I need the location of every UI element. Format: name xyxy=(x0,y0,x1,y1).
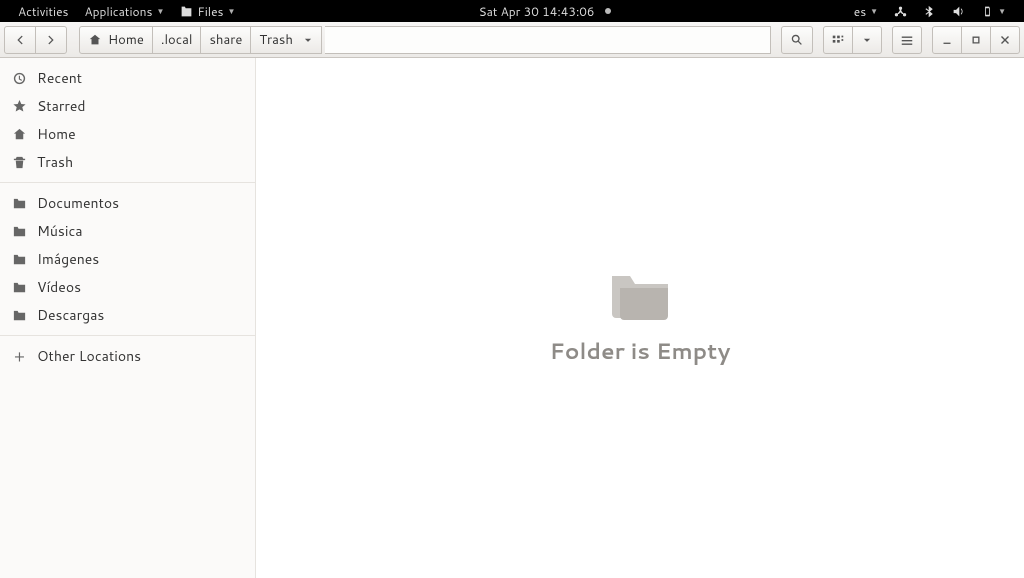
sidebar-item-label: Home xyxy=(37,124,76,144)
breadcrumb-home[interactable]: Home xyxy=(79,26,153,54)
chevron-down-icon xyxy=(862,35,872,45)
breadcrumb-label: .local xyxy=(161,31,193,49)
maximize-icon xyxy=(969,33,983,47)
breadcrumb-segment[interactable]: .local xyxy=(152,26,202,54)
sidebar-item-label: Trash xyxy=(37,152,73,172)
plus-icon: + xyxy=(12,345,27,368)
minimize-button[interactable] xyxy=(932,26,962,54)
sidebar-item-label: Starred xyxy=(37,96,86,116)
focused-app-menu[interactable]: Files ▼ xyxy=(172,3,243,20)
folder-icon xyxy=(12,224,27,239)
clock-label: Sat Apr 30 14:43:06 xyxy=(479,3,595,20)
sidebar-item-label: Other Locations xyxy=(37,346,141,366)
sidebar-item-starred[interactable]: Starred xyxy=(0,92,255,120)
headerbar: Home .local share Trash xyxy=(0,22,1024,58)
chevron-down-icon: ▼ xyxy=(870,5,878,17)
power-menu[interactable]: ▼ xyxy=(973,5,1014,18)
folder-icon xyxy=(12,308,27,323)
empty-folder-icon xyxy=(608,270,672,322)
folder-icon xyxy=(12,252,27,267)
input-source-menu[interactable]: es ▼ xyxy=(846,3,886,20)
sidebar-item-folder[interactable]: Música xyxy=(0,217,255,245)
main-area: Recent Starred Home Trash Documentos Mús… xyxy=(0,58,1024,578)
sidebar-item-home[interactable]: Home xyxy=(0,120,255,148)
grid-icon xyxy=(831,33,845,47)
sidebar-item-label: Imágenes xyxy=(37,249,99,269)
sidebar-item-other-locations[interactable]: + Other Locations xyxy=(0,342,255,370)
forward-button[interactable] xyxy=(35,26,67,54)
breadcrumb-label: Home xyxy=(108,31,144,49)
star-icon xyxy=(12,99,27,114)
folder-view[interactable]: Folder is Empty xyxy=(256,58,1024,578)
chevron-left-icon xyxy=(13,33,27,47)
path-entry[interactable] xyxy=(325,26,771,54)
back-button[interactable] xyxy=(4,26,36,54)
sidebar-separator xyxy=(0,335,255,336)
applications-label: Applications xyxy=(85,3,153,20)
chevron-down-icon: ▼ xyxy=(998,5,1006,17)
chevron-right-icon xyxy=(44,33,58,47)
sidebar-item-label: Documentos xyxy=(37,193,119,213)
sidebar-separator xyxy=(0,182,255,183)
sidebar-item-label: Descargas xyxy=(37,305,104,325)
focused-app-label: Files xyxy=(197,3,223,20)
hamburger-icon xyxy=(900,33,914,47)
view-options-button[interactable] xyxy=(852,26,882,54)
search-icon xyxy=(790,33,804,47)
sidebar-item-folder[interactable]: Descargas xyxy=(0,301,255,329)
breadcrumb-current[interactable]: Trash xyxy=(250,26,322,54)
maximize-button[interactable] xyxy=(961,26,991,54)
chevron-down-icon: ▼ xyxy=(227,5,235,17)
sidebar-item-trash[interactable]: Trash xyxy=(0,148,255,176)
chevron-down-icon xyxy=(303,35,313,45)
chevron-down-icon: ▼ xyxy=(156,5,164,17)
sidebar-item-label: Vídeos xyxy=(37,277,81,297)
minimize-icon xyxy=(940,33,954,47)
bluetooth-icon[interactable] xyxy=(915,5,944,18)
applications-menu[interactable]: Applications▼ xyxy=(77,3,173,20)
gnome-top-panel: Activities Applications▼ Files▼ Sat Apr … xyxy=(0,0,1024,22)
folder-icon xyxy=(12,196,27,211)
search-button[interactable] xyxy=(781,26,813,54)
files-app-icon xyxy=(180,5,193,18)
nav-group xyxy=(4,26,67,54)
home-icon xyxy=(88,33,102,47)
recent-icon xyxy=(12,71,27,86)
home-icon xyxy=(12,127,27,142)
input-source-label: es xyxy=(854,3,866,20)
sidebar-item-label: Música xyxy=(37,221,83,241)
sidebar-item-folder[interactable]: Vídeos xyxy=(0,273,255,301)
volume-icon[interactable] xyxy=(944,5,973,18)
clock[interactable]: Sat Apr 30 14:43:06 xyxy=(471,3,619,20)
close-button[interactable] xyxy=(990,26,1020,54)
notification-dot-icon xyxy=(605,8,611,14)
sidebar-item-folder[interactable]: Imágenes xyxy=(0,245,255,273)
activities-button[interactable]: Activities xyxy=(10,3,77,20)
sidebar-item-recent[interactable]: Recent xyxy=(0,64,255,92)
folder-icon xyxy=(12,280,27,295)
breadcrumb-label: share xyxy=(209,31,242,49)
close-icon xyxy=(998,33,1012,47)
breadcrumb-segment[interactable]: share xyxy=(200,26,251,54)
sidebar-item-label: Recent xyxy=(37,68,82,88)
breadcrumb: Home .local share Trash xyxy=(79,26,322,54)
breadcrumb-label: Trash xyxy=(259,31,293,49)
sidebar: Recent Starred Home Trash Documentos Mús… xyxy=(0,58,256,578)
window-controls xyxy=(932,26,1020,54)
view-controls xyxy=(823,26,882,54)
icon-view-button[interactable] xyxy=(823,26,853,54)
sidebar-item-folder[interactable]: Documentos xyxy=(0,189,255,217)
trash-icon xyxy=(12,155,27,170)
network-icon[interactable] xyxy=(886,5,915,18)
hamburger-menu-button[interactable] xyxy=(892,26,922,54)
empty-state-label: Folder is Empty xyxy=(550,336,731,367)
